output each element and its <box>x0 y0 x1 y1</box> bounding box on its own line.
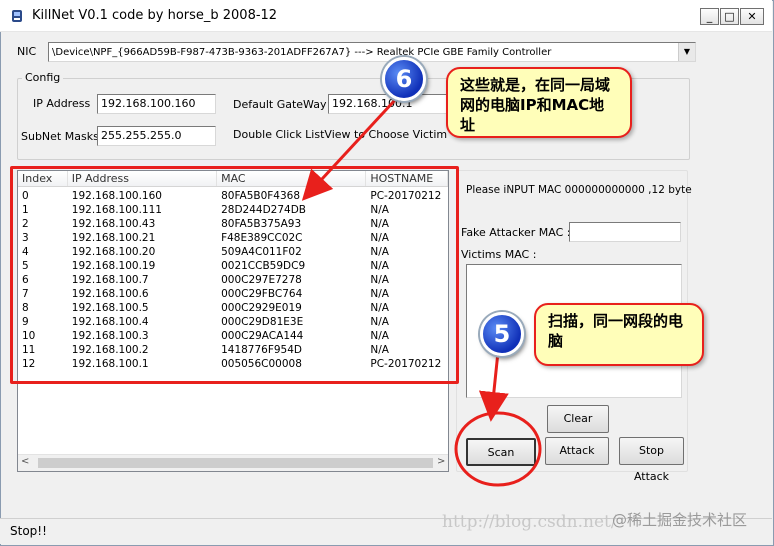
arrow-to-scan <box>478 351 509 422</box>
scan-highlight-ellipse <box>454 411 542 487</box>
callout-ip-mac: 这些就是，在同一局域网的电脑IP和MAC地址 <box>446 67 632 138</box>
arrow-to-list <box>301 98 397 201</box>
watermark-brand: @稀土掘金技术社区 <box>612 511 748 529</box>
callout-scan: 扫描，同一网段的电脑 <box>534 303 704 366</box>
step-5-badge: 5 <box>480 312 524 356</box>
step-6-badge: 6 <box>382 57 426 101</box>
watermark-url: http://blog.csdn.net/ <box>442 512 617 532</box>
